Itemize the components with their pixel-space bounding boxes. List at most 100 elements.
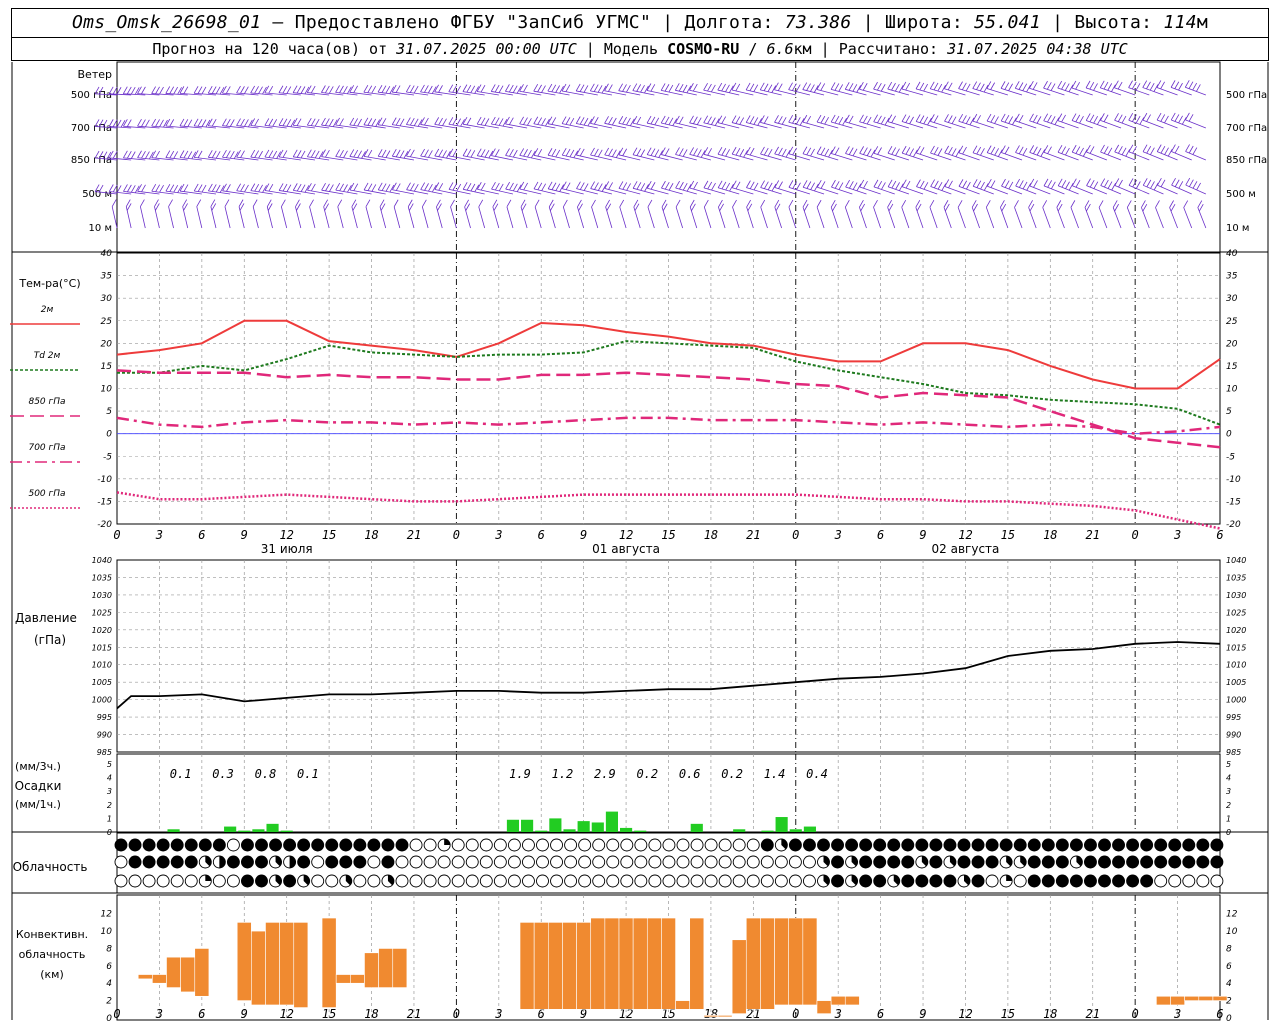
cloud-cover-symbol: [1182, 838, 1196, 852]
wind-barb-feather: [781, 117, 787, 125]
wind-barb: [1142, 144, 1164, 161]
wind-barb: [590, 116, 613, 129]
cloud-circle: [676, 855, 690, 869]
convective-cloud-bar: [519, 922, 535, 1010]
precip-3h-total: 0.3: [212, 767, 234, 781]
wind-barb-feather: [591, 199, 596, 208]
cloud-circle: [746, 874, 760, 888]
hour-tick-label-bottom: 9: [241, 1007, 248, 1021]
wind-barb: [250, 118, 273, 129]
convective-cloud-bar: [760, 917, 775, 1010]
cloud-cover-symbol: [395, 855, 409, 869]
wind-barb-feather: [612, 149, 617, 157]
wind-barb-feather: [442, 150, 447, 158]
wind-barb-feather: [664, 148, 670, 156]
wind-barb-feather: [1000, 145, 1006, 153]
wind-barb-feather: [1185, 144, 1190, 152]
cloud-cover-symbol: [1126, 838, 1140, 852]
wind-barb: [420, 117, 443, 129]
wind-barb: [859, 179, 881, 195]
wind-barb: [816, 199, 825, 229]
wind-barb-shaft: [718, 206, 726, 229]
convective-cloud-bar: [745, 917, 761, 1010]
wind-barb: [1170, 80, 1192, 96]
cloud-cover-symbol: [606, 855, 620, 869]
cloud-fill-full: [199, 839, 212, 851]
wind-barb-feather: [395, 183, 401, 191]
convective-cloud-bar: [392, 948, 408, 988]
wind-barb-feather: [278, 85, 284, 93]
wind-barb: [505, 181, 528, 195]
wind-barb-feather: [1004, 146, 1010, 155]
wind-barb-feather: [806, 181, 812, 189]
precip-bar: [761, 830, 774, 832]
wind-barb: [450, 199, 457, 229]
cloud-cover-symbol: [1140, 874, 1154, 888]
precip-bar: [591, 822, 604, 832]
wind-barb-feather: [852, 148, 858, 157]
precip-ytick-right: 5: [1226, 760, 1231, 769]
conv-ytick-left: 8: [106, 944, 112, 954]
hour-tick-label-bottom: 3: [1173, 1007, 1181, 1021]
wind-barb-shaft: [591, 206, 599, 229]
wind-barb-feather: [1170, 80, 1176, 88]
cloud-cover-symbol: [1126, 874, 1140, 888]
wind-barb-feather: [816, 146, 822, 154]
wind-barb-feather: [887, 114, 893, 122]
precip-bar: [167, 829, 180, 832]
cloud-circle: [760, 874, 774, 888]
wind-barb-feather: [1135, 181, 1141, 189]
cloud-fill-full: [227, 856, 240, 868]
wind-barb-feather: [1072, 178, 1077, 186]
wind-barb-feather: [151, 118, 156, 127]
wind-barb-shaft: [562, 206, 570, 229]
wind-barb-feather: [618, 83, 623, 91]
cloud-cover-symbol: [536, 855, 549, 869]
wind-barb-feather: [513, 183, 518, 192]
wind-barb-feather: [1196, 182, 1201, 191]
wind-barb: [547, 181, 570, 195]
wind-barb-feather: [307, 149, 312, 157]
wind-barb-feather: [405, 84, 411, 93]
wind-barb-feather: [961, 82, 967, 90]
wind-barb-feather: [1142, 112, 1148, 121]
wind-barb: [561, 116, 584, 129]
wind-barb-feather: [933, 115, 939, 123]
wind-barb-feather: [462, 182, 468, 190]
wind-barb: [321, 149, 344, 161]
cloud-fill-full: [1112, 856, 1125, 868]
cloud-cover-symbol: [142, 855, 156, 869]
wind-barb-feather: [565, 182, 571, 190]
wind-barb: [434, 182, 457, 195]
wind-barb-feather: [660, 115, 666, 124]
cloud-cover-symbol: [409, 838, 423, 852]
hour-tick-label-bottom: 12: [279, 1007, 293, 1021]
wind-barb: [731, 115, 754, 129]
wind-barb-feather: [795, 84, 801, 92]
cloud-cover-symbol: [901, 855, 915, 869]
wind-barb: [844, 199, 853, 229]
wind-barb: [859, 114, 881, 129]
wind-barb-feather: [215, 151, 221, 159]
wind-barb-feather: [689, 147, 694, 155]
wind-barb-feather: [1107, 83, 1113, 91]
cloud-cover-symbol: [915, 874, 929, 888]
cloud-circle: [212, 874, 226, 888]
wind-barb-feather: [410, 183, 415, 191]
wind-barb-feather: [111, 199, 117, 207]
wind-barb-feather: [491, 181, 496, 190]
wind-barb-feather: [1100, 144, 1105, 153]
wind-barb-feather: [622, 182, 628, 190]
wind-barb-feather: [224, 199, 230, 207]
wind-barb: [618, 147, 641, 161]
wind-barb-feather: [636, 148, 642, 156]
cloud-cover-symbol: [788, 855, 802, 869]
wind-barb-feather: [173, 151, 179, 159]
wind-barb-feather: [735, 147, 741, 156]
wind-barb-feather: [1061, 146, 1067, 154]
wind-barb: [887, 114, 910, 129]
wind-barb-feather: [555, 85, 561, 93]
wind-barb: [1000, 81, 1023, 96]
wind-barb: [264, 149, 287, 161]
cloud-cover-symbol: [170, 855, 184, 869]
